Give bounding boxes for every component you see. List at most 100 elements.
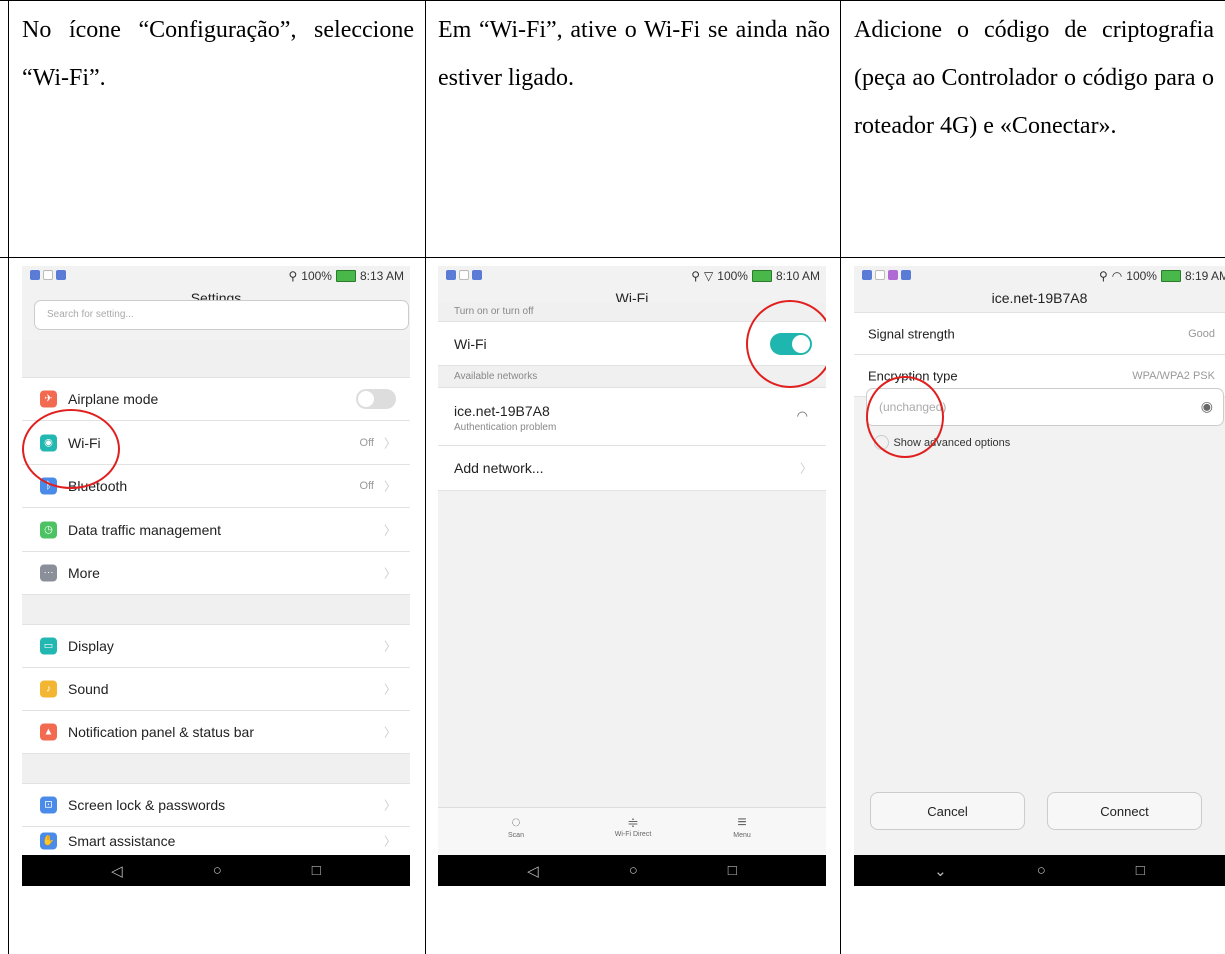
- section-gap: [22, 340, 410, 378]
- chevron-right-icon: 〉: [383, 682, 396, 697]
- settings-screenshot: ⚲ 100% 8:13 AM Settings Search for setting…: [22, 266, 410, 886]
- recents-icon[interactable]: □: [312, 862, 321, 879]
- notification-icon: ▲: [40, 723, 57, 741]
- notification-icon: [862, 270, 872, 280]
- mute-icon: ⚲: [691, 269, 701, 283]
- table-column-divider: [840, 0, 841, 954]
- navigation-bar: ◁ ○ □: [438, 855, 826, 886]
- data-traffic-icon: ◷: [40, 521, 57, 538]
- status-bar: ⚲ ◠ 100% 8:19 AM: [854, 266, 1225, 286]
- notification-icon: [30, 270, 40, 280]
- scan-icon: ◌: [511, 814, 521, 831]
- setting-label: Notification panel & status bar: [68, 724, 254, 740]
- battery-level: 100%: [301, 269, 332, 283]
- chevron-right-icon: 〉: [383, 523, 396, 537]
- clock: 8:10 AM: [775, 269, 820, 283]
- app-icon: [888, 270, 898, 280]
- wifi-toggle-label: Wi-Fi: [454, 335, 487, 352]
- chevron-down-icon[interactable]: ⌄: [934, 862, 947, 880]
- setting-label: Airplane mode: [68, 391, 159, 407]
- chevron-right-icon: 〉: [383, 479, 396, 494]
- google-icon: [459, 270, 469, 280]
- mute-icon: ⚲: [1098, 269, 1108, 283]
- setting-sound[interactable]: ♪ Sound 〉: [22, 668, 410, 711]
- recents-icon[interactable]: □: [1136, 862, 1145, 879]
- chevron-right-icon: 〉: [383, 639, 396, 654]
- menu-icon: ≡: [737, 814, 747, 831]
- wifi-direct-label: Wi-Fi Direct: [614, 831, 652, 838]
- status-bar: ⚲ 100% 8:13 AM: [22, 266, 410, 286]
- section-label: Turn on or turn off: [454, 306, 534, 317]
- add-network-label: Add network...: [454, 460, 544, 476]
- menu-label: Menu: [733, 832, 751, 839]
- wifi-direct-icon: ≑: [627, 814, 639, 830]
- bottom-toolbar: ◌ Scan ≑ Wi-Fi Direct ≡ Menu: [438, 807, 826, 856]
- display-icon: ▭: [40, 637, 57, 655]
- back-icon[interactable]: ◁: [111, 862, 123, 880]
- hand-icon: ✋: [40, 832, 57, 850]
- lock-icon: ⊡: [40, 796, 57, 814]
- sound-icon: ♪: [40, 680, 57, 698]
- add-network-item[interactable]: Add network... 〉: [438, 446, 826, 491]
- table-border-left: [8, 0, 9, 954]
- navigation-bar: ◁ ○ □: [22, 855, 410, 886]
- instruction-step-3: Adicione o código de criptografia (peça …: [854, 17, 1214, 139]
- chevron-right-icon: 〉: [383, 566, 396, 581]
- signal-value: Good: [1188, 327, 1215, 340]
- battery-icon: [1160, 270, 1181, 282]
- setting-smart-assistance[interactable]: ✋ Smart assistance 〉: [22, 827, 410, 855]
- encryption-value: WPA/WPA2 PSK: [1132, 369, 1215, 382]
- mute-icon: ⚲: [288, 269, 298, 283]
- menu-button[interactable]: ≡ Menu: [722, 814, 762, 839]
- home-icon[interactable]: ○: [629, 862, 638, 879]
- battery-level: 100%: [717, 269, 748, 283]
- setting-label: Smart assistance: [68, 833, 176, 849]
- setting-notification-panel[interactable]: ▲ Notification panel & status bar 〉: [22, 711, 410, 754]
- highlight-circle: [866, 376, 944, 458]
- wifi-signal-icon: ◠: [1111, 269, 1123, 283]
- setting-label: Display: [68, 638, 114, 654]
- back-icon[interactable]: ◁: [527, 862, 539, 880]
- wifi-direct-button[interactable]: ≑ Wi-Fi Direct: [608, 814, 658, 838]
- search-input[interactable]: Search for setting...: [34, 300, 409, 330]
- airplane-icon: ✈: [40, 390, 57, 408]
- google-icon: [875, 270, 885, 280]
- setting-screen-lock[interactable]: ⊡ Screen lock & passwords 〉: [22, 784, 410, 827]
- cancel-button[interactable]: Cancel: [870, 792, 1025, 830]
- setting-label: Data traffic management: [68, 521, 222, 538]
- chevron-right-icon: 〉: [383, 798, 396, 813]
- instruction-step-1: No ícone “Configuração”, seleccione “Wi-…: [22, 17, 414, 91]
- wifi-locked-icon: ◠: [796, 408, 808, 423]
- setting-display[interactable]: ▭ Display 〉: [22, 625, 410, 668]
- eye-icon[interactable]: ◉: [1201, 398, 1213, 415]
- section-label: Available networks: [454, 371, 538, 382]
- navigation-bar: ⌄ ○ □: [854, 855, 1225, 886]
- scan-button[interactable]: ◌ Scan: [496, 814, 536, 839]
- status-bar: ⚲ ▽ 100% 8:10 AM: [438, 266, 826, 286]
- signal-strength-row: Signal strength Good: [854, 312, 1225, 355]
- setting-more[interactable]: ⋯ More 〉: [22, 552, 410, 595]
- clock: 8:19 AM: [1184, 269, 1225, 283]
- wifi-screenshot: ⚲ ▽ 100% 8:10 AM Wi-Fi Turn on or turn off …: [438, 266, 826, 886]
- scan-label: Scan: [508, 832, 524, 839]
- instruction-step-2: Em “Wi-Fi”, ative o Wi-Fi se ainda não e…: [438, 17, 830, 91]
- home-icon[interactable]: ○: [213, 862, 222, 879]
- connect-button[interactable]: Connect: [1047, 792, 1202, 830]
- setting-data-traffic[interactable]: ◷ Data traffic management 〉: [22, 508, 410, 552]
- network-item[interactable]: ice.net-19B7A8 Authentication problem ◠: [438, 388, 826, 446]
- table-row-divider: [0, 257, 1225, 258]
- setting-label: Sound: [68, 681, 109, 697]
- chevron-right-icon: 〉: [799, 461, 812, 476]
- table-column-divider: [425, 0, 426, 954]
- network-name: ice.net-19B7A8: [454, 403, 550, 419]
- more-icon: ⋯: [40, 564, 57, 582]
- airplane-toggle[interactable]: [356, 389, 396, 409]
- clock: 8:13 AM: [359, 269, 404, 283]
- setting-value: Off: [359, 436, 374, 449]
- home-icon[interactable]: ○: [1037, 862, 1046, 879]
- recents-icon[interactable]: □: [728, 862, 737, 879]
- table-border-top: [0, 0, 1225, 1]
- connect-screenshot: ⚲ ◠ 100% 8:19 AM ice.net-19B7A8 Signal stre…: [854, 266, 1225, 886]
- chevron-right-icon: 〉: [383, 834, 396, 849]
- notification-icon: [446, 270, 456, 280]
